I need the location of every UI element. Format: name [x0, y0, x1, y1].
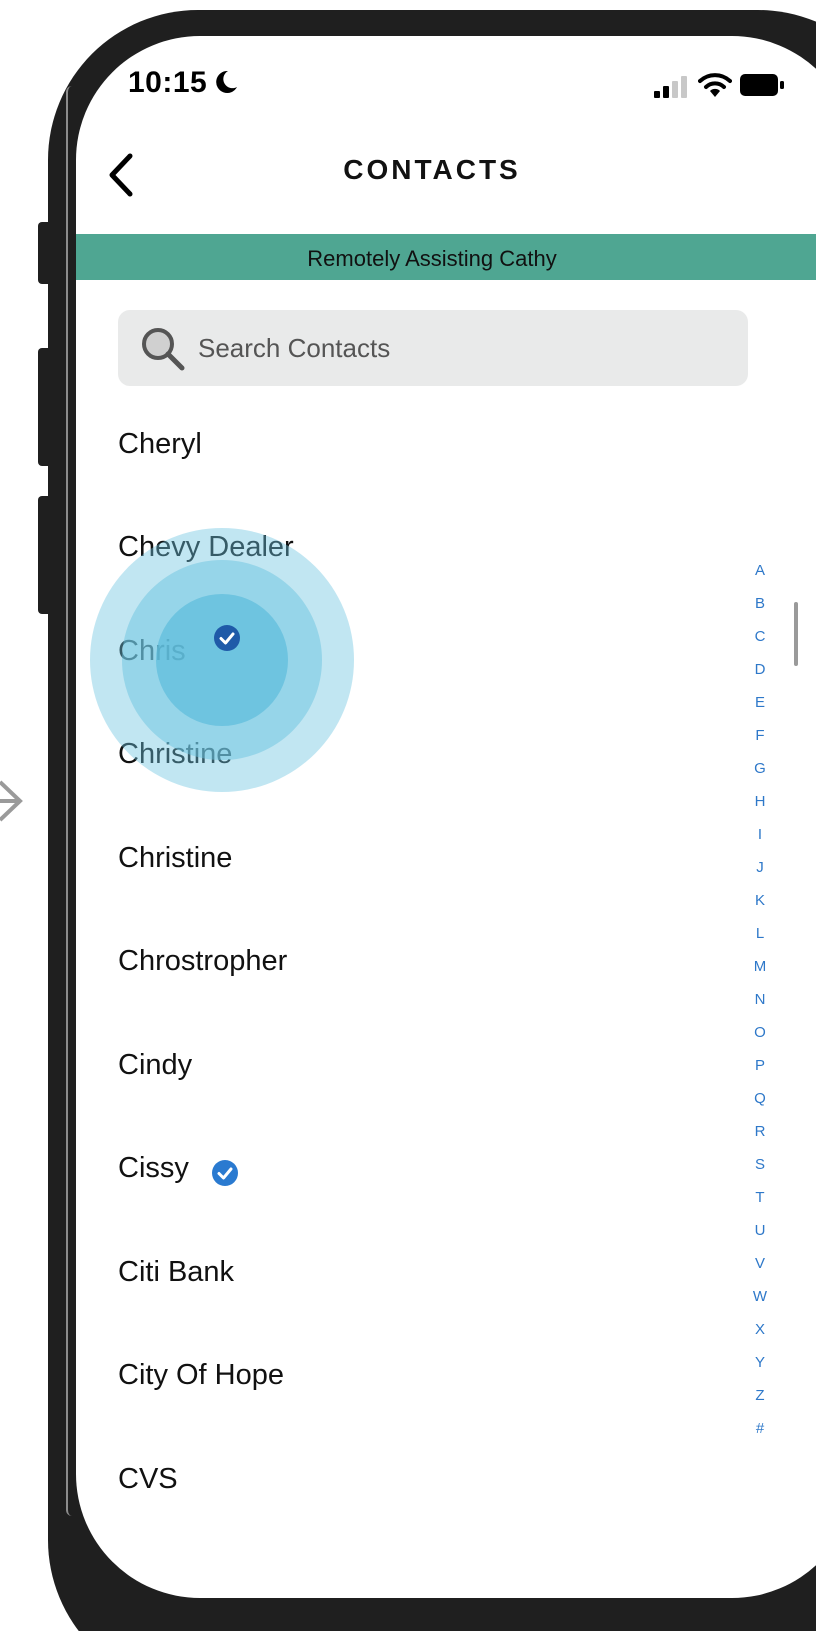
alpha-letter-e[interactable]: E: [748, 694, 772, 711]
moon-icon: [216, 70, 237, 93]
contact-name: Citi Bank: [118, 1256, 235, 1288]
contact-name: Christine: [118, 738, 233, 770]
remote-assist-banner: Remotely Assisting Cathy: [76, 234, 816, 280]
contact-row-citi-bank[interactable]: Citi Bank: [76, 1222, 756, 1326]
contact-name: Cissy: [118, 1152, 189, 1184]
alpha-letter-k[interactable]: K: [748, 892, 772, 909]
alpha-letter-m[interactable]: M: [748, 958, 772, 975]
phone-frame-edge: [66, 86, 72, 1516]
alpha-letter-w[interactable]: W: [748, 1288, 772, 1305]
app-mockup: 10:15 CONTACTS Remotely Assisting Cathy: [0, 0, 816, 1631]
contact-row-city-of-hope[interactable]: City Of Hope: [76, 1325, 756, 1429]
alpha-letter-x[interactable]: X: [748, 1321, 772, 1338]
alpha-letter-b[interactable]: B: [748, 595, 772, 612]
alpha-letter-d[interactable]: D: [748, 661, 772, 678]
alpha-letter-g[interactable]: G: [748, 760, 772, 777]
contact-name: Christine: [118, 842, 233, 874]
contact-row-christine-2[interactable]: Christine: [76, 808, 756, 912]
contact-name: Chrostropher: [118, 945, 288, 977]
contact-row-christine[interactable]: Christine: [76, 704, 756, 808]
alpha-letter-p[interactable]: P: [748, 1057, 772, 1074]
signal-icon: [654, 76, 687, 98]
alpha-letter-r[interactable]: R: [748, 1123, 772, 1140]
alpha-letter-j[interactable]: J: [748, 859, 772, 876]
search-icon: [142, 328, 185, 371]
contact-name: Cheryl: [118, 428, 202, 460]
page-title: CONTACTS: [343, 154, 521, 185]
alpha-letter-hash[interactable]: #: [748, 1420, 772, 1437]
scrollbar-thumb[interactable]: [794, 602, 798, 666]
contact-name: Chevy Dealer: [118, 531, 294, 563]
alpha-letter-f[interactable]: F: [748, 727, 772, 744]
alpha-letter-i[interactable]: I: [748, 826, 772, 843]
alpha-letter-n[interactable]: N: [748, 991, 772, 1008]
alpha-letter-q[interactable]: Q: [748, 1090, 772, 1107]
contact-row-cissy[interactable]: Cissy: [76, 1118, 756, 1222]
contact-row-cindy[interactable]: Cindy: [76, 1015, 756, 1119]
contact-name: CVS: [118, 1463, 178, 1495]
alpha-letter-u[interactable]: U: [748, 1222, 772, 1239]
remote-assist-text: Remotely Assisting Cathy: [307, 246, 557, 271]
alpha-letter-y[interactable]: Y: [748, 1354, 772, 1371]
alpha-letter-s[interactable]: S: [748, 1156, 772, 1173]
contact-row-chevy-dealer[interactable]: Chevy Dealer: [76, 497, 756, 601]
alpha-letter-l[interactable]: L: [748, 925, 772, 942]
contact-row-chris[interactable]: Chris: [76, 601, 756, 705]
alpha-letter-c[interactable]: C: [748, 628, 772, 645]
search-input[interactable]: [198, 310, 718, 386]
alpha-letter-v[interactable]: V: [748, 1255, 772, 1272]
contact-row-chrostropher[interactable]: Chrostropher: [76, 911, 756, 1015]
verified-icon: [212, 1160, 238, 1186]
wifi-icon: [698, 73, 732, 97]
contact-name: City Of Hope: [118, 1359, 284, 1391]
search-box[interactable]: [118, 310, 748, 386]
alpha-letter-z[interactable]: Z: [748, 1387, 772, 1404]
battery-icon: [740, 74, 784, 96]
phone-screen: 10:15 CONTACTS Remotely Assisting Cathy: [76, 36, 816, 1598]
alpha-letter-o[interactable]: O: [748, 1024, 772, 1041]
verified-icon: [214, 625, 240, 651]
contact-row-cvs[interactable]: CVS: [76, 1429, 756, 1533]
contact-name: Cindy: [118, 1049, 193, 1081]
alpha-letter-t[interactable]: T: [748, 1189, 772, 1206]
arrow-right-icon: [0, 780, 23, 822]
alpha-letter-a[interactable]: A: [748, 562, 772, 579]
status-time: 10:15: [128, 66, 208, 99]
alpha-letter-h[interactable]: H: [748, 793, 772, 810]
contact-name: Chris: [118, 635, 186, 667]
contact-row-cheryl[interactable]: Cheryl: [76, 394, 756, 498]
